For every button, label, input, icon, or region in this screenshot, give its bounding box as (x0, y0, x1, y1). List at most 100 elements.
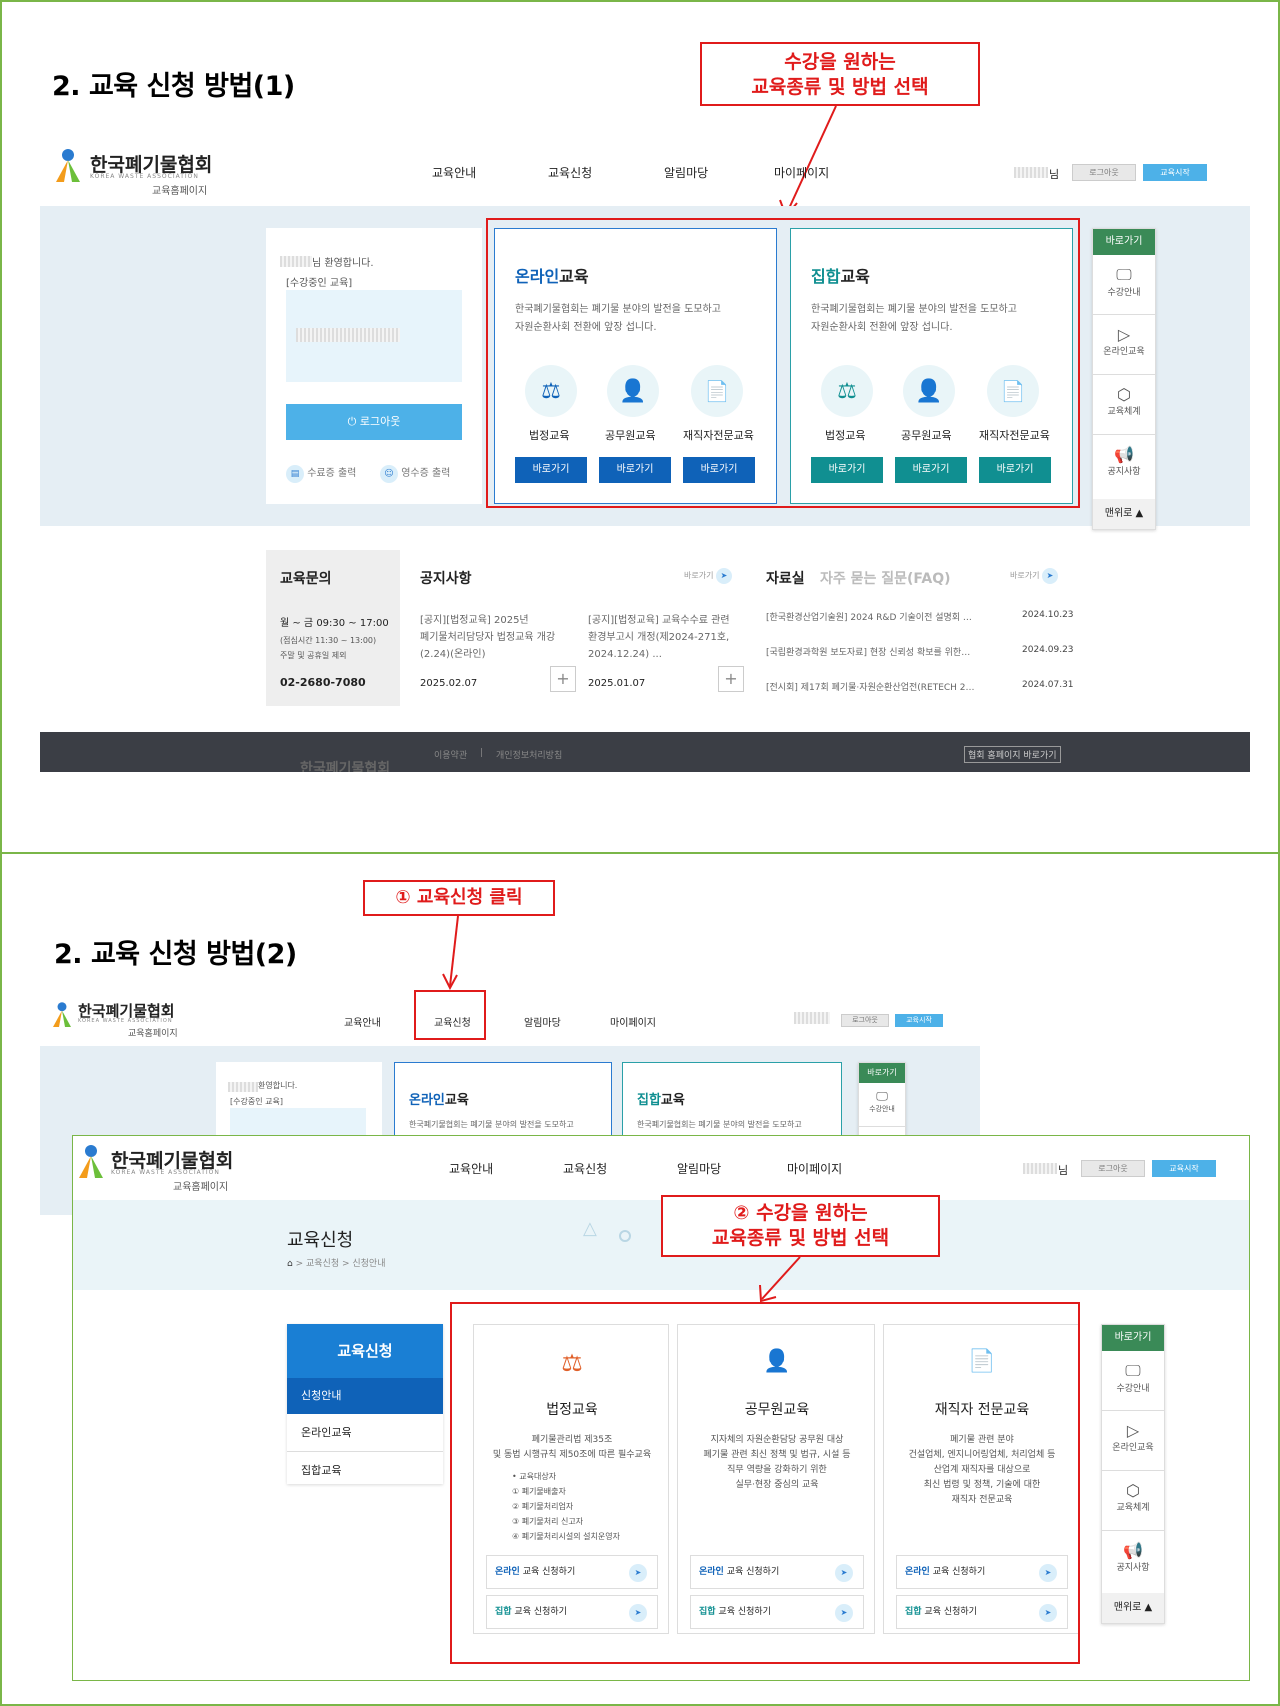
certificate-print-link[interactable]: ▤ 수료증 출력 (286, 464, 356, 483)
megaphone-icon: 📢 (1114, 445, 1134, 464)
data-tab-archive[interactable]: 자료실 (766, 568, 805, 588)
nav-edu-apply[interactable]: 교육신청 (563, 1160, 607, 1177)
more-label: 바로가기 (1010, 571, 1040, 580)
logout-button[interactable]: 로그아웃 (1072, 164, 1136, 181)
nav-mypage[interactable]: 마이페이지 (774, 164, 829, 181)
monitor-icon: 🖵 (876, 1089, 888, 1103)
nav-mypage[interactable]: 마이페이지 (610, 1014, 656, 1029)
logo-subtitle: 교육홈페이지 (128, 1029, 178, 1039)
logout-button[interactable]: 로그아웃 (841, 1014, 889, 1027)
quick-label: 온라인교육 (1103, 347, 1145, 357)
footer-privacy[interactable]: 개인정보처리방침 (496, 748, 562, 761)
side-item-group[interactable]: 집합교육 (287, 1452, 443, 1490)
quick-label: 공지사항 (1116, 1563, 1150, 1573)
quick-guide[interactable]: 🖵 수강안내 (1102, 1351, 1164, 1411)
quick-label: 수강안내 (1107, 288, 1141, 298)
logo-english: KOREA WASTE ASSOCIATION (90, 173, 199, 180)
quick-menu-head: 바로가기 (859, 1063, 905, 1083)
notice-more-link[interactable]: 바로가기 ➤ (684, 568, 732, 584)
group-card-title: 집합교육 (637, 1089, 685, 1108)
group-card-desc: 한국폐기물협회는 폐기물 분야의 발전을 도모하고 (637, 1120, 802, 1129)
notice-section: 공지사항 바로가기 ➤ [공지][법정교육] 2025년폐기물처리담당자 법정교… (418, 550, 748, 706)
breadcrumb-item[interactable]: 신청안내 (352, 1259, 385, 1269)
side-item-guide[interactable]: 신청안내 (287, 1378, 443, 1414)
quick-system[interactable]: ⬡ 교육체계 (1093, 375, 1155, 435)
more-label: 바로가기 (684, 571, 714, 580)
notice-line: [공지][법정교육] 교육수수료 관련 (588, 615, 730, 626)
data-tab-faq[interactable]: 자주 묻는 질문(FAQ) (820, 568, 951, 588)
footer-terms[interactable]: 이용약관 (434, 748, 467, 761)
nav-edu-info[interactable]: 교육안내 (344, 1014, 381, 1029)
welcome-text: 환영합니다. (258, 1081, 298, 1090)
title-rest: 교육 (444, 1093, 469, 1108)
quick-menu: 바로가기 🖵 수강안내 ▷ 온라인교육 ⬡ 교육체계 📢 공지사항 맨위로 ▲ (1092, 228, 1156, 530)
callout-click-apply: ① 교육신청 클릭 (363, 880, 555, 916)
inquiry-title: 교육문의 (280, 571, 332, 587)
nav-notice[interactable]: 알림마당 (524, 1014, 561, 1029)
data-item-2[interactable]: [국립환경과학원 보도자료] 현장 신뢰성 확보를 위한… (766, 645, 970, 658)
notice-plus-1[interactable]: + (550, 666, 576, 692)
notice-line: 환경부고시 개정(제2024-271호, (588, 632, 730, 643)
notice-line: [공지][법정교육] 2025년 (420, 615, 529, 626)
quick-label: 수강안내 (869, 1105, 895, 1113)
inquiry-box: 교육문의 월 ~ 금 09:30 ~ 17:00 (점심시간 11:30 ~ 1… (266, 550, 400, 706)
edu-start-button[interactable]: 교육시작 (1143, 164, 1207, 181)
play-icon: ▷ (1117, 325, 1131, 344)
certificate-icon: ▤ (286, 465, 304, 483)
footer-assoc-link[interactable]: 협회 홈페이지 바로가기 (964, 746, 1061, 763)
data-item-1[interactable]: [한국환경산업기술원] 2024 R&D 기술이전 설명회 … (766, 610, 972, 623)
nav-edu-info[interactable]: 교육안내 (449, 1160, 493, 1177)
monitor-icon: 🖵 (1125, 1361, 1141, 1380)
notice-item-2[interactable]: [공지][법정교육] 교육수수료 관련 환경부고시 개정(제2024-271호, 2… (588, 612, 738, 663)
title-rest: 교육 (660, 1093, 685, 1108)
notice-item-1[interactable]: [공지][법정교육] 2025년 폐기물처리담당자 법정교육 개강 (2.24)(온… (420, 612, 570, 663)
quick-guide[interactable]: 🖵 수강안내 (1093, 255, 1155, 315)
receipt-print-link[interactable]: ☺ 영수증 출력 (380, 464, 450, 483)
monitor-icon: 🖵 (1116, 265, 1132, 284)
scroll-top-button[interactable]: 맨위로 ▲ (1093, 499, 1155, 529)
inquiry-phone: 02-2680-7080 (280, 676, 366, 689)
user-name-blurred (1023, 1163, 1057, 1174)
online-card-title: 온라인교육 (409, 1089, 469, 1108)
notice-plus-2[interactable]: + (718, 666, 744, 692)
logout-button[interactable]: 로그아웃 (1081, 1160, 1145, 1177)
logout-label: 로그아웃 (359, 415, 401, 428)
nav-mypage[interactable]: 마이페이지 (787, 1160, 842, 1177)
notice-title: 공지사항 (420, 571, 472, 587)
scroll-top-button[interactable]: 맨위로 ▲ (1102, 1593, 1164, 1623)
callout2-arrow (759, 1256, 801, 1303)
quick-notice[interactable]: 📢 공지사항 (1102, 1531, 1164, 1591)
side-item-online[interactable]: 온라인교육 (287, 1414, 443, 1452)
notice-date-2: 2025.01.07 (588, 678, 646, 689)
home-icon[interactable]: ⌂ (287, 1259, 293, 1269)
nav-notice[interactable]: 알림마당 (677, 1160, 721, 1177)
data-more-link[interactable]: 바로가기 ➤ (1010, 568, 1058, 584)
quick-label: 교육체계 (1116, 1503, 1150, 1513)
nav-edu-apply[interactable]: 교육신청 (548, 164, 592, 181)
quick-menu-head: 바로가기 (1093, 229, 1155, 255)
welcome-logout-button[interactable]: ⏻ 로그아웃 (286, 404, 462, 440)
logo-english: KOREA WASTE ASSOCIATION (111, 1169, 220, 1176)
user-name-blurred (228, 1082, 258, 1092)
nav-edu-info[interactable]: 교육안내 (432, 164, 476, 181)
edu-start-button[interactable]: 교육시작 (1152, 1160, 1216, 1177)
quick-guide[interactable]: 🖵 수강안내 (859, 1083, 905, 1127)
plane-icon: ➤ (716, 568, 732, 584)
quick-online[interactable]: ▷ 온라인교육 (1102, 1411, 1164, 1471)
breadcrumb-item[interactable]: 교육신청 (306, 1259, 339, 1269)
section1-title: 2. 교육 신청 방법(1) (52, 71, 295, 102)
quick-system[interactable]: ⬡ 교육체계 (1102, 1471, 1164, 1531)
callout-select-type: 수강을 원하는 교육종류 및 방법 선택 (700, 42, 980, 106)
megaphone-icon: 📢 (1123, 1541, 1143, 1560)
quick-online[interactable]: ▷ 온라인교육 (1093, 315, 1155, 375)
welcome-panel: 님 환영합니다. [수강중인 교육] ⏻ 로그아웃 ▤ 수료증 출력 ☺ 영수증… (266, 228, 482, 504)
nav-notice[interactable]: 알림마당 (664, 164, 708, 181)
data-item-3[interactable]: [전시회] 제17회 폐기물·자원순환산업전(RETECH 2… (766, 680, 975, 693)
footer-logo: 한국폐기물협회 (300, 761, 391, 772)
quick-notice[interactable]: 📢 공지사항 (1093, 435, 1155, 495)
edu-start-button[interactable]: 교육시작 (895, 1014, 943, 1027)
notice-line: 폐기물처리담당자 법정교육 개강 (420, 632, 556, 643)
quick-label: 온라인교육 (1112, 1443, 1154, 1453)
highlight-cards-box-2 (450, 1302, 1080, 1664)
user-suffix: 님 (1058, 1164, 1069, 1177)
